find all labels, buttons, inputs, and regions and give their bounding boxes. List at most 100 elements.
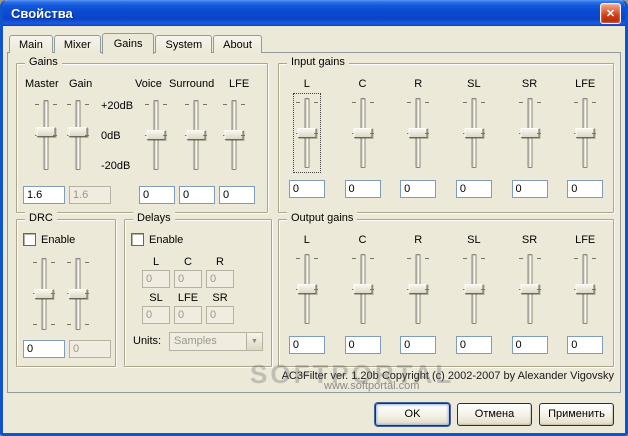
- slider-thumb[interactable]: [353, 284, 372, 294]
- drc-group-title: DRC: [25, 212, 57, 224]
- output-c-slider[interactable]: [351, 252, 374, 326]
- slider-thumb[interactable]: [36, 127, 56, 138]
- input-l-slider[interactable]: [292, 93, 321, 173]
- surround-slider[interactable]: [185, 98, 207, 172]
- drc-enable-row: Enable: [23, 233, 75, 246]
- titlebar[interactable]: Свойства ✕: [3, 0, 625, 26]
- output-lfe-value[interactable]: [567, 336, 604, 354]
- output-sl-slider[interactable]: [462, 252, 485, 326]
- master-gain-input[interactable]: [23, 186, 65, 204]
- ok-button[interactable]: OK: [375, 403, 450, 426]
- dropdown-arrow-icon: ▼: [246, 333, 262, 350]
- input-channel-r: R: [390, 78, 446, 198]
- tab-mixer[interactable]: Mixer: [53, 35, 101, 53]
- input-sr-value[interactable]: [511, 180, 548, 198]
- slider-thumb[interactable]: [408, 128, 428, 138]
- delays-enable-checkbox[interactable]: [131, 233, 144, 246]
- lfe-gain-input[interactable]: [219, 186, 255, 204]
- slider-thumb[interactable]: [464, 284, 484, 294]
- input-sl-value[interactable]: [455, 180, 492, 198]
- output-sl-value[interactable]: [455, 336, 492, 354]
- units-label: Units:: [133, 335, 162, 347]
- voice-column-label: Voice: [135, 78, 162, 90]
- channel-label: SR: [521, 234, 538, 246]
- gains-group: Gains Master Gain Voice Surround LFE +20…: [16, 56, 268, 213]
- gains-group-title: Gains: [25, 56, 62, 68]
- cancel-button[interactable]: Отмена: [457, 403, 532, 426]
- drc-level-slider[interactable]: [33, 256, 55, 332]
- tab-about[interactable]: About: [213, 35, 262, 53]
- gain-column-label: Gain: [69, 78, 93, 90]
- output-c-value[interactable]: [344, 336, 381, 354]
- input-lfe-value[interactable]: [567, 180, 604, 198]
- tab-main[interactable]: Main: [9, 35, 53, 53]
- slider-thumb[interactable]: [34, 289, 54, 299]
- output-r-slider[interactable]: [407, 252, 430, 326]
- channel-label: C: [358, 234, 367, 246]
- output-sr-slider[interactable]: [518, 252, 541, 326]
- output-channel-c: C: [335, 234, 391, 354]
- properties-window: Свойства ✕ Main Mixer Gains System About…: [0, 0, 628, 436]
- input-l-value[interactable]: [288, 180, 325, 198]
- input-r-value[interactable]: [400, 180, 437, 198]
- drc-enable-checkbox[interactable]: [23, 233, 36, 246]
- output-channel-lfe: LFE: [557, 234, 613, 354]
- voice-gain-input[interactable]: [139, 186, 175, 204]
- tab-gains[interactable]: Gains: [101, 33, 155, 54]
- slider-thumb[interactable]: [575, 128, 595, 138]
- input-c-value[interactable]: [344, 180, 381, 198]
- slider-thumb[interactable]: [408, 284, 428, 294]
- slider-thumb[interactable]: [520, 284, 540, 294]
- slider-thumb[interactable]: [186, 130, 206, 140]
- lfe-slider[interactable]: [223, 98, 245, 172]
- channel-label: L: [303, 78, 310, 90]
- surround-gain-input[interactable]: [179, 186, 215, 204]
- drc-value2-input: [69, 340, 111, 358]
- slider-thumb[interactable]: [520, 128, 540, 138]
- slider-thumb[interactable]: [464, 128, 484, 138]
- slider-thumb[interactable]: [68, 127, 88, 138]
- scale-minus20-label: -20dB: [101, 160, 131, 172]
- input-sl-slider[interactable]: [462, 96, 485, 170]
- drc-value-input[interactable]: [23, 340, 65, 358]
- voice-slider[interactable]: [145, 98, 167, 172]
- input-channel-lfe: LFE: [557, 78, 613, 198]
- units-value: Samples: [174, 335, 217, 347]
- channel-label: SL: [467, 234, 481, 246]
- tab-system[interactable]: System: [155, 35, 213, 53]
- slider-thumb[interactable]: [353, 128, 372, 138]
- output-sr-value[interactable]: [511, 336, 548, 354]
- output-l-slider[interactable]: [295, 252, 318, 326]
- apply-button[interactable]: Применить: [539, 403, 614, 426]
- scale-plus20-label: +20dB: [101, 100, 134, 112]
- slider-thumb[interactable]: [146, 130, 166, 140]
- drc-power-slider[interactable]: [67, 256, 89, 332]
- input-channel-l: L: [279, 78, 335, 198]
- close-button[interactable]: ✕: [600, 2, 621, 24]
- slider-thumb[interactable]: [297, 128, 317, 138]
- gain-slider[interactable]: [67, 98, 89, 172]
- channel-label: LFE: [575, 78, 596, 90]
- input-gains-group: Input gains L C R SL: [278, 56, 614, 213]
- input-c-slider[interactable]: [351, 96, 374, 170]
- slider-thumb[interactable]: [297, 284, 317, 294]
- output-r-value[interactable]: [400, 336, 437, 354]
- input-channel-sl: SL: [446, 78, 502, 198]
- output-lfe-slider[interactable]: [574, 252, 597, 326]
- slider-thumb[interactable]: [68, 289, 88, 299]
- output-channel-sr: SR: [502, 234, 558, 354]
- channel-label: R: [414, 234, 423, 246]
- output-l-value[interactable]: [288, 336, 325, 354]
- input-r-slider[interactable]: [407, 96, 430, 170]
- slider-thumb[interactable]: [224, 130, 244, 140]
- channel-label: LFE: [575, 234, 596, 246]
- output-channel-l: L: [279, 234, 335, 354]
- slider-thumb[interactable]: [575, 284, 595, 294]
- input-sr-slider[interactable]: [518, 96, 541, 170]
- delay-sl-label: SL: [149, 292, 163, 304]
- delay-sl-input: [142, 306, 170, 324]
- master-slider[interactable]: [35, 98, 57, 172]
- input-lfe-slider[interactable]: [574, 96, 597, 170]
- tab-page-gains: Gains Master Gain Voice Surround LFE +20…: [7, 52, 621, 393]
- units-combobox: Samples ▼: [169, 332, 263, 351]
